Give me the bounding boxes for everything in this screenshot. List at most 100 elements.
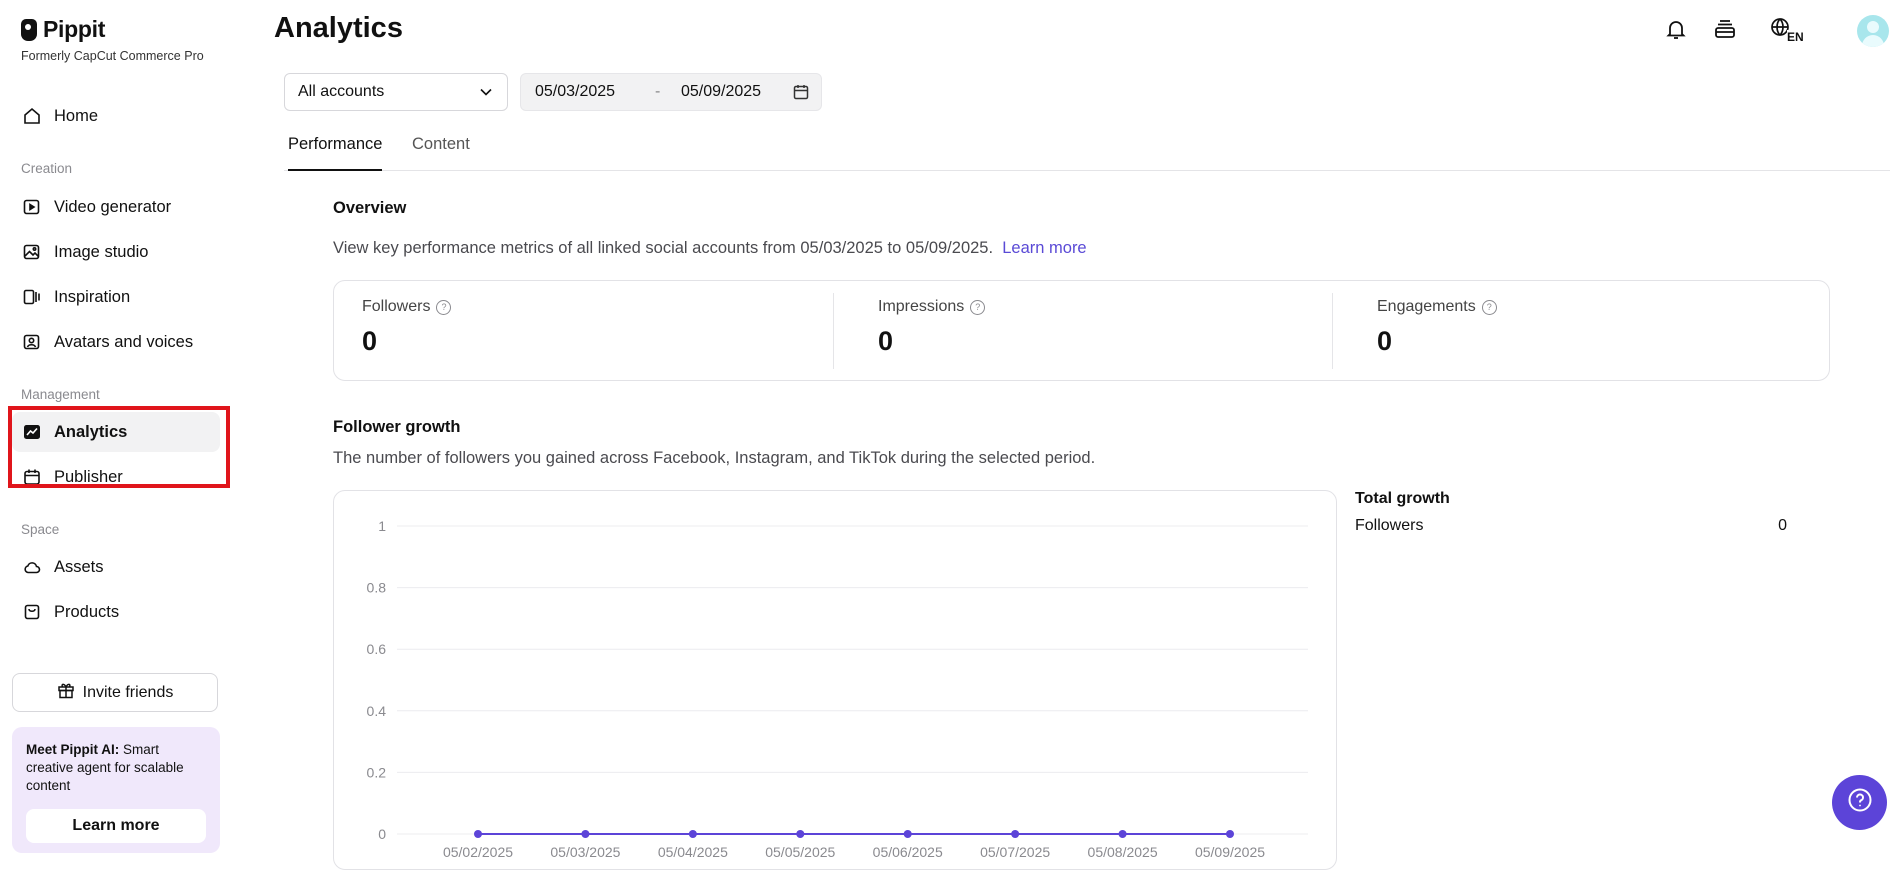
data-point[interactable]	[1011, 830, 1020, 838]
sidebar-item-video-generator[interactable]: Video generator	[12, 187, 220, 227]
language-code: EN	[1787, 30, 1804, 44]
y-tick-label: 1	[378, 518, 386, 534]
follower-growth-title: Follower growth	[333, 418, 461, 436]
pippit-logo-icon	[21, 18, 37, 41]
total-growth-title: Total growth	[1355, 490, 1450, 507]
sidebar-item-avatars-voices[interactable]: Avatars and voices	[12, 322, 220, 362]
metric-label-text: Impressions	[878, 298, 965, 315]
data-point[interactable]	[581, 830, 590, 838]
brand-subtitle: Formerly CapCut Commerce Pro	[21, 49, 204, 63]
notifications-button[interactable]	[1661, 14, 1691, 48]
y-tick-label: 0.6	[367, 641, 387, 657]
data-point[interactable]	[796, 830, 805, 838]
promo-text: Meet Pippit AI: Smart creative agent for…	[26, 741, 206, 795]
help-button[interactable]	[1832, 775, 1887, 830]
date-end: 05/09/2025	[681, 83, 762, 100]
overview-description: View key performance metrics of all link…	[333, 239, 1087, 258]
avatar-voice-icon	[22, 332, 42, 352]
account-select[interactable]: All accounts	[284, 73, 508, 111]
data-point[interactable]	[1118, 830, 1127, 838]
total-growth-value: 0	[1778, 517, 1787, 534]
video-generator-icon	[22, 197, 42, 217]
invite-friends-label: Invite friends	[82, 683, 174, 701]
sidebar-item-analytics[interactable]: Analytics	[12, 412, 220, 452]
metric-label-text: Followers	[362, 298, 431, 315]
sidebar-item-publisher[interactable]: Publisher	[12, 457, 220, 497]
x-tick-label: 05/04/2025	[658, 844, 728, 860]
metric-label: Engagements ?	[1377, 298, 1497, 316]
date-start: 05/03/2025	[535, 83, 616, 100]
y-tick-label: 0.4	[367, 703, 387, 719]
sidebar-item-label: Products	[54, 602, 120, 621]
metric-label-text: Engagements	[1377, 298, 1476, 315]
sidebar-item-label: Home	[54, 106, 99, 125]
help-icon[interactable]: ?	[436, 299, 452, 315]
sidebar-item-inspiration[interactable]: Inspiration	[12, 277, 220, 317]
tab-content[interactable]: Content	[412, 135, 470, 169]
stack-button[interactable]	[1710, 14, 1740, 48]
section-creation-label: Creation	[21, 161, 73, 176]
analytics-icon	[22, 422, 42, 442]
user-avatar[interactable]	[1857, 15, 1889, 47]
brand-logo[interactable]: Pippit	[21, 16, 105, 43]
x-tick-label: 05/02/2025	[443, 844, 513, 860]
sidebar-item-label: Analytics	[54, 422, 128, 441]
help-icon[interactable]: ?	[1481, 299, 1497, 315]
x-tick-label: 05/03/2025	[550, 844, 620, 860]
promo-learn-more-button[interactable]: Learn more	[26, 809, 206, 843]
sidebar-item-label: Avatars and voices	[54, 332, 194, 351]
metric-value: 0	[362, 326, 378, 356]
overview-desc-text: View key performance metrics of all link…	[333, 239, 994, 257]
date-range-picker[interactable]: 05/03/2025 - 05/09/2025	[520, 73, 822, 111]
y-tick-label: 0.8	[367, 580, 387, 596]
invite-friends-button[interactable]: Invite friends	[12, 673, 218, 712]
follower-growth-chart-card: 0 0.2 0.4 0.6 0.8 1 05/02/2025 05/03/2025 05/04/…	[333, 490, 1337, 870]
x-tick-label: 05/09/2025	[1195, 844, 1265, 860]
calendar-icon	[22, 467, 42, 487]
sidebar-item-assets[interactable]: Assets	[12, 547, 220, 587]
divider	[1332, 293, 1333, 369]
promo-headline: Meet Pippit AI:	[26, 742, 120, 757]
home-icon	[22, 106, 42, 126]
gift-icon	[57, 681, 75, 704]
date-separator: -	[655, 83, 661, 100]
overview-title: Overview	[333, 199, 407, 217]
top-toolbar: EN	[1661, 14, 1891, 50]
data-point[interactable]	[1226, 830, 1234, 838]
metric-value: 0	[1377, 326, 1393, 356]
divider	[833, 293, 834, 369]
calendar-icon	[793, 84, 809, 105]
total-growth-row: Followers 0	[1355, 517, 1787, 535]
sidebar-item-products[interactable]: Products	[12, 592, 220, 632]
chevron-down-icon	[479, 85, 493, 104]
y-tick-label: 0	[378, 826, 386, 842]
bell-icon	[1664, 17, 1688, 46]
x-tick-label: 05/08/2025	[1088, 844, 1158, 860]
metric-label: Followers ?	[362, 298, 452, 316]
language-button[interactable]: EN	[1763, 14, 1804, 48]
section-space-label: Space	[21, 522, 60, 537]
follower-growth-description: The number of followers you gained acros…	[333, 449, 1096, 467]
metrics-card: Followers ? 0 Impressions ? 0 Engagement…	[333, 280, 1830, 381]
learn-more-link[interactable]: Learn more	[1002, 239, 1086, 257]
page-title: Analytics	[274, 12, 403, 44]
metric-label: Impressions ?	[878, 298, 986, 316]
help-icon[interactable]: ?	[970, 299, 986, 315]
tab-performance[interactable]: Performance	[288, 135, 383, 171]
data-point[interactable]	[688, 830, 697, 838]
sidebar-item-label: Image studio	[54, 242, 149, 261]
sidebar-item-label: Assets	[54, 557, 104, 576]
y-tick-label: 0.2	[367, 764, 387, 780]
data-point[interactable]	[903, 830, 912, 838]
brand-name: Pippit	[43, 16, 106, 42]
sidebar-item-image-studio[interactable]: Image studio	[12, 232, 220, 272]
sidebar-item-label: Publisher	[54, 467, 123, 486]
sidebar-item-home[interactable]: Home	[12, 96, 220, 136]
data-point[interactable]	[474, 830, 482, 838]
help-circle-icon	[1847, 787, 1873, 818]
x-tick-label: 05/05/2025	[765, 844, 835, 860]
tab-bar: Performance Content	[284, 130, 1890, 171]
account-select-value: All accounts	[298, 83, 385, 100]
sidebar: Pippit Formerly CapCut Commerce Pro Home…	[0, 0, 232, 856]
follower-growth-chart: 0 0.2 0.4 0.6 0.8 1 05/02/2025 05/03/2025 05/04/…	[367, 518, 1308, 860]
